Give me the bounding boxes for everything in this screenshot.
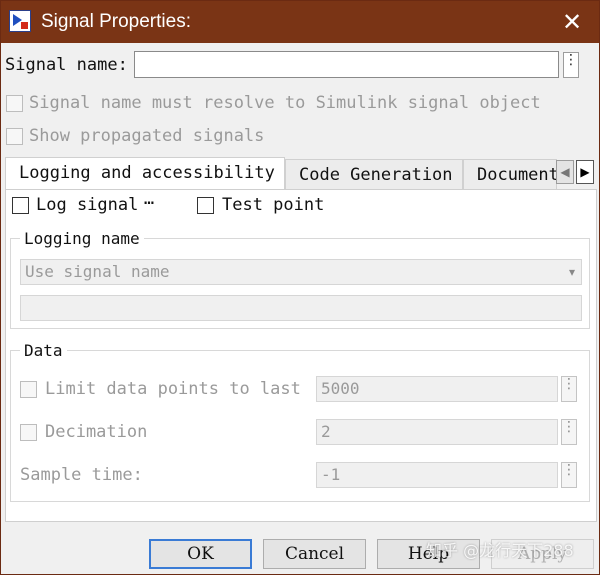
title-bar[interactable]: Signal Properties: ✕ bbox=[1, 1, 599, 43]
test-point-label: Test point bbox=[222, 195, 325, 215]
dialog-title: Signal Properties: bbox=[41, 11, 191, 32]
limit-data-points-checkbox[interactable] bbox=[20, 381, 37, 398]
logging-name-input[interactable] bbox=[20, 295, 582, 321]
decimation-checkbox[interactable] bbox=[20, 424, 37, 441]
signal-name-label: Signal name: bbox=[5, 55, 128, 75]
signal-properties-dialog: Signal Properties: ✕ Signal name: ⋮ Sign… bbox=[0, 0, 600, 575]
data-group: Data Limit data points to last 5000 ⋮ De… bbox=[10, 341, 590, 502]
sample-time-more-icon[interactable]: ⋮ bbox=[561, 462, 577, 488]
test-point-checkbox[interactable] bbox=[197, 197, 214, 214]
show-propagated-label: Show propagated signals bbox=[29, 126, 265, 146]
ok-button[interactable]: OK bbox=[149, 539, 252, 569]
decimation-label: Decimation bbox=[45, 422, 148, 442]
log-signal-label: Log signal bbox=[36, 195, 139, 215]
limit-data-points-input[interactable]: 5000 bbox=[316, 376, 558, 402]
close-icon[interactable]: ✕ bbox=[557, 7, 587, 37]
tab-code-generation[interactable]: Code Generation bbox=[285, 159, 463, 189]
logging-name-group: Logging name Use signal name ▾ bbox=[10, 229, 590, 329]
cancel-button[interactable]: Cancel bbox=[263, 539, 366, 569]
resolve-signal-label: Signal name must resolve to Simulink sig… bbox=[29, 93, 541, 113]
tab-scroll-left-icon[interactable]: ◀ bbox=[556, 160, 574, 184]
watermark: 知乎 @龙行天下288 bbox=[426, 541, 574, 560]
logging-name-group-title: Logging name bbox=[20, 229, 144, 249]
show-propagated-checkbox[interactable] bbox=[6, 128, 23, 145]
simulink-app-icon bbox=[9, 10, 31, 32]
decimation-more-icon[interactable]: ⋮ bbox=[561, 419, 577, 445]
tab-panel: Log signal ⋯ Test point Logging name Use… bbox=[5, 189, 597, 522]
data-group-title: Data bbox=[20, 341, 67, 361]
logging-name-mode-dropdown[interactable]: Use signal name ▾ bbox=[20, 259, 582, 285]
decimation-input[interactable]: 2 bbox=[316, 419, 558, 445]
sample-time-label: Sample time: bbox=[20, 465, 143, 485]
resolve-signal-checkbox[interactable] bbox=[6, 95, 23, 112]
signal-name-more-icon[interactable]: ⋮ bbox=[563, 52, 579, 78]
logging-name-mode-value: Use signal name bbox=[25, 262, 170, 281]
log-signal-checkbox[interactable] bbox=[12, 197, 29, 214]
log-signal-more-icon[interactable]: ⋯ bbox=[144, 193, 154, 213]
dropdown-arrow-icon: ▾ bbox=[568, 265, 575, 279]
limit-data-points-more-icon[interactable]: ⋮ bbox=[561, 376, 577, 402]
tab-scroll-right-icon[interactable]: ▶ bbox=[576, 160, 594, 184]
sample-time-input[interactable]: -1 bbox=[316, 462, 558, 488]
limit-data-points-label: Limit data points to last bbox=[45, 379, 301, 399]
tab-logging-and-accessibility[interactable]: Logging and accessibility bbox=[5, 157, 285, 190]
signal-name-input[interactable] bbox=[134, 51, 559, 78]
tab-documentation[interactable]: Documentation bbox=[463, 159, 557, 189]
